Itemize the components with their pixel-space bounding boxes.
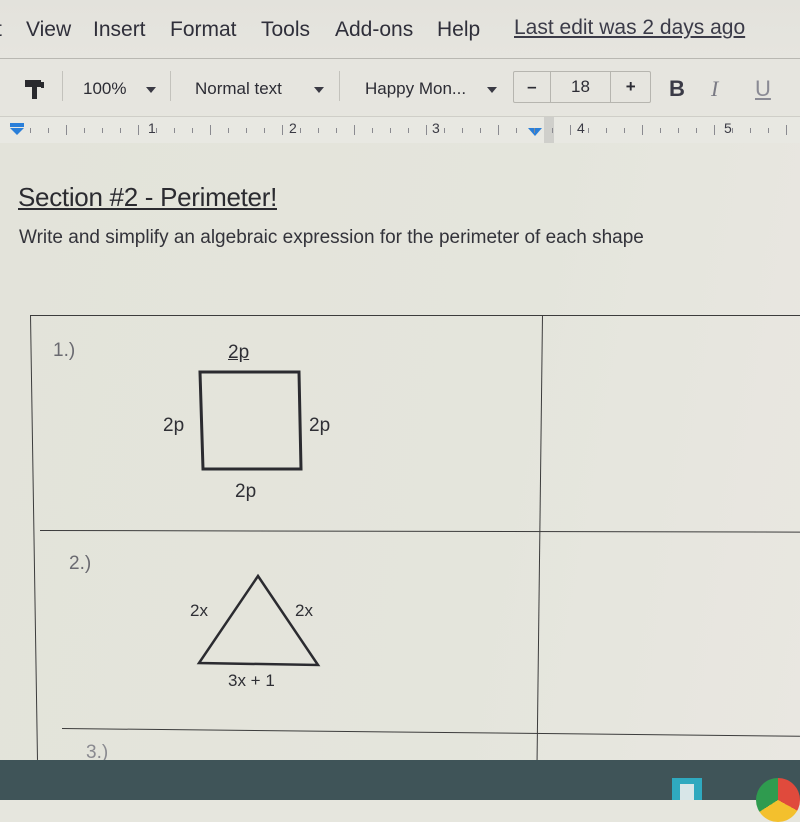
ruler-tick	[264, 128, 265, 133]
increase-font-size-button[interactable]: +	[611, 72, 650, 102]
ruler-tick	[48, 128, 49, 133]
bold-button[interactable]: B	[669, 76, 685, 102]
taskbar-chrome-icon[interactable]	[756, 778, 800, 822]
ruler-tick	[660, 128, 661, 133]
problem-label: 1.)	[53, 340, 76, 361]
ruler-tick	[30, 128, 31, 133]
paint-format-icon[interactable]	[23, 78, 45, 105]
menu-view[interactable]: View	[26, 18, 71, 42]
ruler-tick	[102, 128, 103, 133]
taskbar-files-app-icon[interactable]	[672, 778, 702, 800]
ruler-tick	[300, 128, 301, 133]
ruler-tick	[786, 125, 787, 135]
ruler-tick	[138, 125, 139, 135]
menu-edit-partial[interactable]: t	[0, 18, 2, 42]
ruler-tick	[444, 128, 445, 133]
menu-tools[interactable]: Tools	[261, 18, 310, 42]
ruler-tick	[354, 125, 355, 135]
triangle-side-bottom: 3x + 1	[228, 671, 275, 690]
ruler-tick	[336, 128, 337, 133]
menu-bar: t View Insert Format Tools Add-ons Help …	[0, 0, 800, 59]
ruler-tick	[588, 128, 589, 133]
font-select[interactable]: Happy Mon...	[365, 79, 466, 99]
underline-button[interactable]: U	[755, 76, 771, 102]
square-side-right: 2p	[309, 415, 331, 436]
menu-help[interactable]: Help	[437, 18, 480, 42]
section-title: Section #2 - Perimeter!	[18, 182, 277, 212]
ruler-tick	[84, 128, 85, 133]
ruler-tick	[570, 125, 571, 135]
square-shape	[198, 370, 303, 471]
table-border-top	[30, 315, 800, 316]
ruler-tick	[678, 128, 679, 133]
last-edit-link[interactable]: Last edit was 2 days ago	[514, 16, 745, 40]
ruler-tick	[516, 128, 517, 133]
zoom-select[interactable]: 100%	[83, 79, 126, 99]
ruler-tick	[246, 128, 247, 133]
triangle-side-right: 2x	[295, 601, 313, 620]
ruler-tick	[120, 128, 121, 133]
ruler-tick	[642, 125, 643, 135]
document-page[interactable]: Section #2 - Perimeter! Write and simpli…	[0, 143, 800, 763]
ruler-tick	[318, 128, 319, 133]
square-side-bottom: 2p	[235, 481, 257, 502]
ruler-number: 1	[148, 120, 156, 136]
ruler-tick	[462, 128, 463, 133]
ruler-tick	[606, 128, 607, 133]
first-line-indent-handle[interactable]	[10, 123, 24, 127]
paragraph-style-select[interactable]: Normal text	[195, 79, 282, 99]
ruler-tick	[390, 128, 391, 133]
table-row-divider	[61, 728, 800, 737]
ruler-tick	[552, 128, 553, 133]
style-dropdown-caret-icon[interactable]	[314, 87, 324, 93]
menu-format[interactable]: Format	[170, 18, 237, 42]
table-column-divider	[536, 315, 543, 760]
square-side-left: 2p	[163, 415, 185, 436]
toolbar: 100% Normal text Happy Mon... – 18 + B I…	[0, 59, 800, 115]
italic-button[interactable]: I	[711, 76, 718, 102]
square-side-top: 2p	[228, 342, 250, 363]
ruler-number: 4	[577, 120, 585, 136]
ruler-tick	[732, 128, 733, 133]
problem-label: 2.)	[69, 553, 92, 574]
ruler-tick	[228, 128, 229, 133]
ruler-tick	[174, 128, 175, 133]
ruler-tick	[714, 125, 715, 135]
ruler-tick	[534, 128, 535, 133]
instructions-text: Write and simplify an algebraic expressi…	[19, 227, 644, 248]
ruler-tick	[750, 128, 751, 133]
ruler-tick	[66, 125, 67, 135]
ruler: 1 2 3 4 5	[0, 116, 800, 144]
ruler-tick	[192, 128, 193, 133]
decrease-font-size-button[interactable]: –	[514, 72, 551, 102]
left-indent-handle-icon[interactable]	[10, 128, 24, 135]
ruler-tick	[282, 125, 283, 135]
ruler-tick	[696, 128, 697, 133]
table-border-left	[30, 314, 38, 760]
ruler-number: 3	[432, 120, 440, 136]
ruler-tick	[156, 128, 157, 133]
ruler-number: 2	[289, 120, 297, 136]
ruler-number: 5	[724, 120, 732, 136]
ruler-tick	[372, 128, 373, 133]
ruler-tick	[210, 125, 211, 135]
ruler-tick	[624, 128, 625, 133]
ruler-tick	[498, 125, 499, 135]
font-size-input[interactable]: 18	[551, 72, 612, 102]
ruler-tick	[408, 128, 409, 133]
right-indent-handle-icon[interactable]	[528, 128, 542, 136]
ruler-tick	[480, 128, 481, 133]
triangle-side-left: 2x	[190, 601, 208, 620]
font-dropdown-caret-icon[interactable]	[487, 87, 497, 93]
font-size-control: – 18 +	[513, 71, 651, 103]
menu-add-ons[interactable]: Add-ons	[335, 18, 413, 42]
table-row-divider	[39, 530, 800, 533]
ruler-tick	[768, 128, 769, 133]
ruler-tick	[426, 125, 427, 135]
menu-insert[interactable]: Insert	[93, 18, 146, 42]
zoom-dropdown-caret-icon[interactable]	[146, 87, 156, 93]
